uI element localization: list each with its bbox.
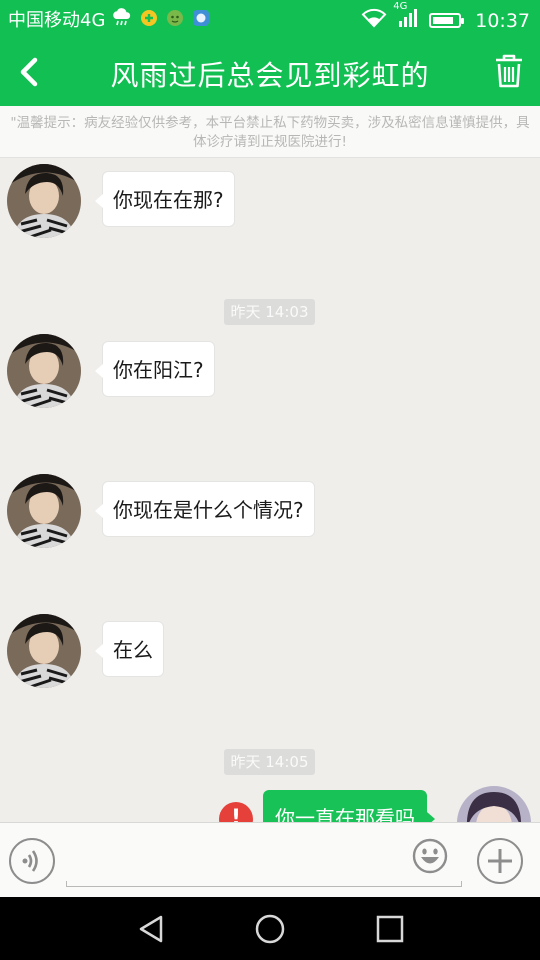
voice-icon bbox=[22, 850, 38, 872]
nav-recents-button[interactable] bbox=[372, 911, 408, 947]
emoji-button[interactable] bbox=[412, 838, 448, 874]
chevron-left-icon bbox=[20, 57, 38, 87]
chat-header: 风雨过后总会见到彩虹的 bbox=[0, 38, 540, 106]
message-list[interactable]: 你现在在那? 昨天 14:03 你在阳江? 你现在是什么个情况? 在么 昨天 1… bbox=[0, 159, 540, 822]
plus-icon bbox=[488, 849, 512, 873]
page-title: 风雨过后总会见到彩虹的 bbox=[110, 59, 430, 92]
contact-avatar[interactable] bbox=[7, 334, 81, 408]
app-notification-icon bbox=[165, 8, 185, 34]
trash-icon bbox=[496, 54, 522, 88]
contact-avatar[interactable] bbox=[7, 474, 81, 548]
battery-icon bbox=[429, 13, 465, 28]
clock: 10:37 bbox=[475, 9, 530, 32]
timestamp: 昨天 14:05 bbox=[224, 749, 315, 775]
input-bar bbox=[0, 822, 540, 897]
contact-avatar[interactable] bbox=[7, 614, 81, 688]
recents-square-icon bbox=[376, 915, 404, 943]
back-triangle-icon bbox=[139, 915, 163, 943]
app-notification-icon bbox=[139, 8, 159, 34]
system-nav-bar bbox=[0, 897, 540, 960]
nav-home-button[interactable] bbox=[252, 911, 288, 947]
my-avatar[interactable] bbox=[457, 786, 531, 822]
add-button[interactable] bbox=[477, 838, 523, 884]
contact-avatar[interactable] bbox=[7, 164, 81, 238]
message-input[interactable] bbox=[66, 833, 462, 885]
carrier-label: 中国移动4G bbox=[8, 10, 106, 31]
message-bubble[interactable]: 你现在是什么个情况? bbox=[95, 481, 315, 537]
timestamp: 昨天 14:03 bbox=[224, 299, 315, 325]
home-circle-icon bbox=[255, 914, 285, 944]
nav-back-button[interactable] bbox=[134, 911, 170, 947]
message-bubble[interactable]: 你现在在那? bbox=[95, 171, 235, 227]
voice-button[interactable] bbox=[9, 838, 55, 884]
back-button[interactable] bbox=[14, 56, 44, 88]
input-underline bbox=[66, 881, 462, 887]
message-bubble-outgoing[interactable]: 你一直在那看吗 bbox=[263, 790, 435, 822]
wifi-icon bbox=[361, 8, 387, 33]
status-bar: 中国移动4G 4G 10:37 bbox=[0, 0, 540, 38]
send-failed-icon[interactable]: ! bbox=[219, 802, 253, 822]
message-bubble[interactable]: 你在阳江? bbox=[95, 341, 215, 397]
delete-button[interactable] bbox=[492, 52, 526, 90]
app-notification-icon bbox=[191, 8, 211, 34]
emoji-icon bbox=[412, 838, 448, 874]
safety-notice: "温馨提示：病友经验仅供参考，本平台禁止私下药物买卖，涉及私密信息谨慎提供，具体… bbox=[0, 106, 540, 158]
signal-icon: 4G bbox=[393, 1, 421, 34]
message-bubble[interactable]: 在么 bbox=[95, 621, 164, 677]
cloud-rain-icon bbox=[111, 8, 133, 34]
network-badge: 4G bbox=[393, 1, 408, 12]
